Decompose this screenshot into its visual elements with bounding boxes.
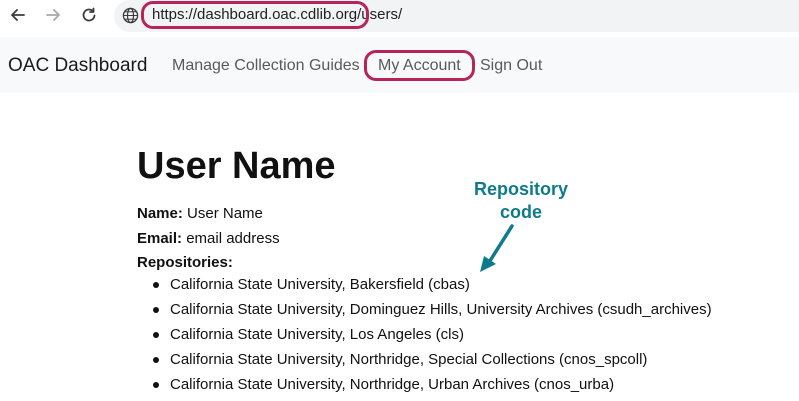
- repository-list: California State University, Bakersfield…: [148, 276, 712, 401]
- repository-item: California State University, Bakersfield…: [148, 276, 712, 301]
- brand-link[interactable]: OAC Dashboard: [8, 55, 147, 77]
- nav-link-sign-out[interactable]: Sign Out: [480, 57, 542, 75]
- page-title: User Name: [137, 145, 336, 187]
- email-field: Email: email address: [137, 230, 280, 247]
- browser-toolbar: https://dashboard.oac.cdlib.org/users/: [0, 0, 799, 33]
- forward-arrow-icon[interactable]: [41, 3, 65, 27]
- my-account-highlight-box: [364, 50, 475, 81]
- app-navbar: OAC Dashboard Manage Collection Guides M…: [0, 37, 799, 93]
- name-label: Name:: [137, 205, 183, 222]
- name-field: Name: User Name: [137, 205, 263, 222]
- back-arrow-icon[interactable]: [6, 3, 30, 27]
- repository-item: California State University, Los Angeles…: [148, 326, 712, 351]
- reload-icon[interactable]: [77, 3, 101, 27]
- repository-item: California State University, Dominguez H…: [148, 301, 712, 326]
- repository-item: California State University, Northridge,…: [148, 351, 712, 376]
- repository-item: California State University, Northridge,…: [148, 376, 712, 401]
- globe-icon: [122, 7, 139, 24]
- url-highlight-box: [141, 1, 369, 29]
- annotation-arrow-icon: [480, 224, 514, 272]
- nav-link-manage-collection-guides[interactable]: Manage Collection Guides: [172, 57, 360, 75]
- email-value: email address: [186, 230, 280, 247]
- name-value: User Name: [187, 205, 263, 222]
- email-label: Email:: [137, 230, 183, 247]
- annotation-line-1: Repository: [473, 179, 569, 199]
- repositories-label: Repositories:: [137, 254, 233, 271]
